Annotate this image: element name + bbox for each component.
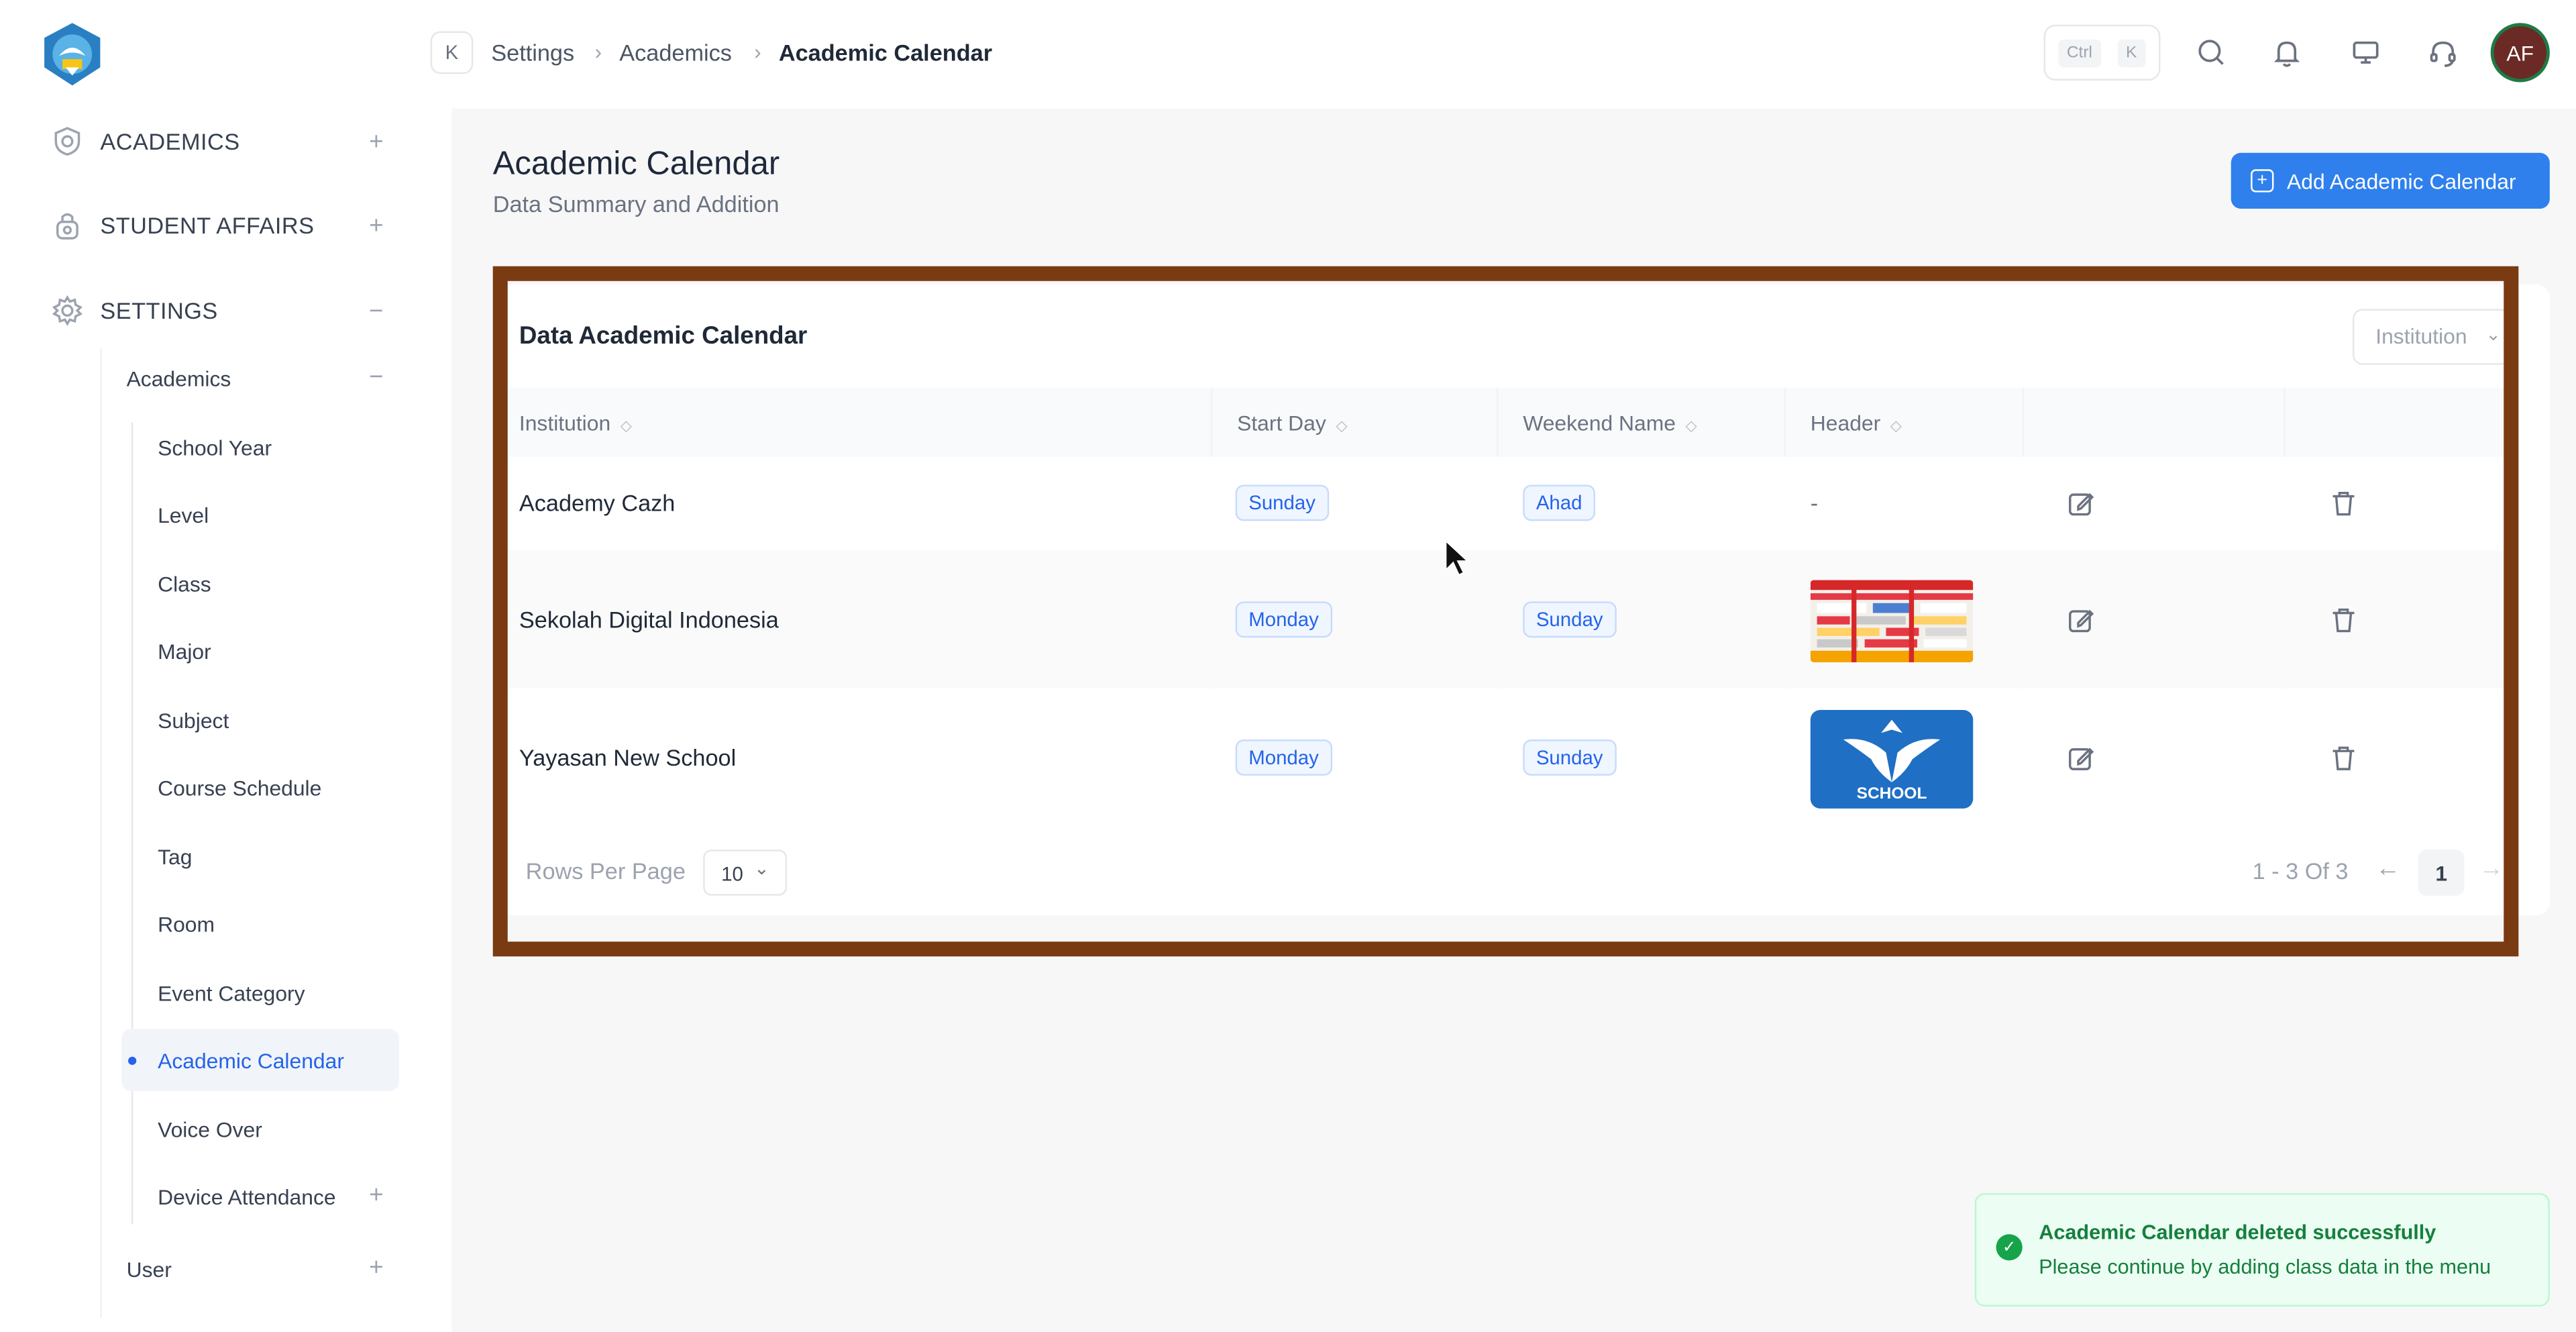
breadcrumb-separator-icon: › (754, 39, 761, 64)
sidebar-item-major[interactable]: Major (158, 639, 211, 664)
expand-icon[interactable]: + (365, 127, 388, 156)
kbd-k: K (2117, 39, 2145, 68)
breadcrumb-current: Academic Calendar (778, 39, 993, 66)
nav-sub-academics[interactable]: Academics (127, 366, 231, 391)
sidebar: ACADEMICS + STUDENT AFFAIRS + SETTINGS −… (0, 0, 452, 1332)
kbd-ctrl: Ctrl (2058, 39, 2101, 68)
sidebar-item-course-schedule[interactable]: Course Schedule (158, 776, 321, 801)
nav-student-affairs-label: STUDENT AFFAIRS (100, 211, 315, 239)
mouse-cursor-icon (1444, 539, 1470, 576)
lock-icon (56, 213, 78, 240)
monitor-icon[interactable] (2348, 34, 2384, 70)
tree-line (131, 422, 133, 1225)
highlight-frame (492, 266, 2519, 957)
collapse-icon[interactable]: − (365, 363, 388, 391)
expand-icon[interactable]: + (365, 1182, 388, 1210)
breadcrumb-settings[interactable]: Settings (491, 40, 574, 66)
expand-icon[interactable]: + (365, 211, 388, 240)
collapse-sidebar-button[interactable]: K (430, 31, 474, 74)
nav-academics[interactable]: ACADEMICS + (0, 109, 451, 174)
sidebar-item-device-attendance[interactable]: Device Attendance (158, 1185, 335, 1210)
sidebar-item-level[interactable]: Level (158, 503, 209, 527)
sidebar-item-voice-over[interactable]: Voice Over (158, 1117, 262, 1142)
page-title: Academic Calendar (492, 146, 780, 183)
success-toast (1974, 1192, 2550, 1307)
sidebar-item-school-year[interactable]: School Year (158, 436, 272, 460)
bell-icon[interactable] (2269, 34, 2305, 70)
expand-icon[interactable]: + (365, 1254, 388, 1282)
sidebar-item-tag[interactable]: Tag (158, 845, 192, 870)
user-avatar[interactable]: AF (2490, 23, 2550, 83)
collapse-icon[interactable]: − (365, 297, 388, 325)
sidebar-item-class[interactable]: Class (158, 572, 211, 597)
breadcrumb-separator-icon: › (594, 39, 602, 64)
sidebar-item-event-category[interactable]: Event Category (158, 981, 305, 1006)
search-icon[interactable] (2193, 34, 2229, 70)
institution-logo[interactable] (38, 19, 107, 89)
plus-square-icon: + (2251, 169, 2274, 193)
sidebar-item-academic-calendar[interactable]: Academic Calendar (158, 1048, 344, 1073)
gear-icon (52, 295, 83, 326)
shield-icon (54, 127, 80, 156)
sidebar-item-room[interactable]: Room (158, 912, 215, 937)
toast-message: Please continue by adding class data in … (2039, 1256, 2491, 1279)
nav-student-affairs[interactable]: STUDENT AFFAIRS + (0, 193, 451, 258)
page-subtitle: Data Summary and Addition (492, 191, 780, 217)
nav-academics-label: ACADEMICS (100, 128, 240, 155)
sidebar-item-subject[interactable]: Subject (158, 709, 229, 733)
check-circle-icon: ✓ (1996, 1234, 2023, 1261)
toast-title: Academic Calendar deleted successfully (2039, 1221, 2436, 1244)
add-academic-calendar-button[interactable]: + Add Academic Calendar (2231, 152, 2550, 209)
nav-settings-label: SETTINGS (100, 297, 218, 324)
add-button-label: Add Academic Calendar (2287, 168, 2516, 193)
nav-sub-user[interactable]: User (127, 1257, 172, 1282)
tree-line (100, 348, 102, 1319)
nav-settings[interactable]: SETTINGS − (0, 278, 451, 344)
topbar (451, 0, 2576, 109)
active-dot (128, 1056, 137, 1065)
headset-icon[interactable] (2425, 34, 2461, 70)
breadcrumb-academics[interactable]: Academics (619, 40, 732, 66)
